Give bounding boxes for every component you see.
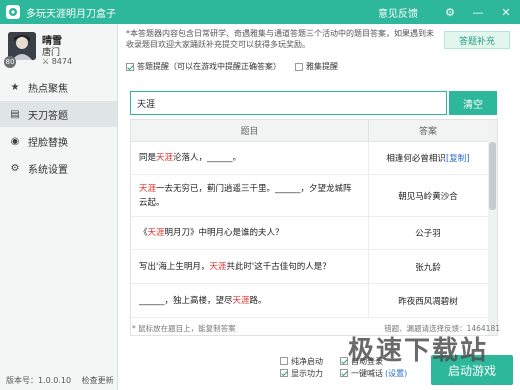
- watermark-text: 极速下载站: [348, 336, 489, 366]
- sidebar-item-hot[interactable]: ★ 热点聚焦: [0, 74, 117, 100]
- sidebar-item-label: 捏脸替换: [28, 137, 68, 149]
- sidebar-item-label: 天刀答题: [28, 110, 68, 122]
- sidebar-menu: ★ 热点聚焦 ▤ 天刀答题 ◉ 捏脸替换 ⚙ 系统设置: [0, 74, 117, 182]
- question-cell[interactable]: ______，独上高楼，望尽天涯路。: [131, 284, 369, 317]
- feedback-link[interactable]: 意见反馈: [378, 5, 418, 20]
- answer-cell: 朝见马岭黄沙合: [398, 191, 458, 202]
- user-score: ⚔ 8474: [42, 57, 73, 66]
- shout-settings-link[interactable]: (设置): [385, 368, 407, 379]
- question-cell[interactable]: 写出'海上生明月，天涯共此时'这千古佳句的人是？: [131, 250, 369, 283]
- checkbox-checked-icon: [340, 357, 348, 365]
- checkbox-unchecked-icon: [295, 62, 303, 71]
- options-row: 答题提醒（可以在游戏中提醒正确答案） 雅集提醒: [126, 61, 352, 72]
- show-power-label: 显示功力: [291, 368, 323, 378]
- table-row[interactable]: 写出'海上生明月，天涯共此时'这千古佳句的人是？ 张九龄: [131, 250, 497, 284]
- checkbox-checked-icon: [126, 62, 134, 71]
- answer-supply-button[interactable]: 答题补充: [444, 31, 510, 49]
- sidebar-item-settings[interactable]: ⚙ 系统设置: [0, 155, 117, 181]
- notice-text: *本答题器内容包含日常研学、奇遇雅集与通道答题三个活动中的题目答案，如果遇到未收…: [126, 29, 434, 49]
- launch-options-left: 纯净启动 显示功力: [280, 355, 323, 379]
- title-bar: 多玩天涯明月刀盒子 意见反馈 ⚙ — ✕: [0, 0, 520, 24]
- table-scrollbar[interactable]: [488, 120, 497, 335]
- answer-cell: 张九龄: [415, 262, 441, 273]
- yaji-hint-label: 雅集提醒: [306, 62, 338, 71]
- copy-link[interactable]: [复制]: [446, 152, 470, 164]
- level-badge: 80: [4, 56, 16, 68]
- answer-cell: 公子羽: [415, 229, 441, 239]
- copy-tip: * 鼠标放在题目上，能复制答案: [132, 324, 236, 333]
- table-row[interactable]: 同是天涯沦落人，______。 相逢何必曾相识 [复制]: [131, 142, 497, 175]
- sidebar-item-label: 热点聚焦: [28, 83, 68, 95]
- one-click-shout-checkbox[interactable]: 一键喊话 (设置): [340, 367, 407, 379]
- star-icon: ★: [10, 81, 20, 93]
- answer-hint-checkbox[interactable]: 答题提醒（可以在游戏中提醒正确答案）: [126, 61, 281, 72]
- sidebar-item-answer[interactable]: ▤ 天刀答题: [0, 101, 117, 127]
- app-title: 多玩天涯明月刀盒子: [26, 8, 116, 20]
- answer-cell: 相逢何必曾相识 [复制]: [386, 152, 470, 164]
- answer-table: 题目 答案 同是天涯沦落人，______。 相逢何必曾相识 [复制] 天涯一去无穷…: [130, 119, 498, 336]
- one-click-label: 一键喊话: [351, 368, 383, 378]
- check-update-link[interactable]: 检查更新: [82, 376, 114, 385]
- close-icon[interactable]: ✕: [492, 0, 520, 24]
- checkbox-unchecked-icon: [280, 357, 288, 365]
- version-text: 版本号：1.0.0.10: [6, 376, 72, 385]
- sidebar-item-label: 系统设置: [28, 164, 68, 176]
- face-swap-icon: ◉: [10, 135, 20, 147]
- settings-gear-icon[interactable]: ⚙: [436, 0, 464, 24]
- yaji-hint-checkbox[interactable]: 雅集提醒: [295, 61, 338, 72]
- sidebar-item-face[interactable]: ◉ 捏脸替换: [0, 128, 117, 154]
- question-cell[interactable]: 天涯一去无穷已，蓟门逍遥三千里。______，夕望龙城阵云起。: [131, 175, 369, 216]
- search-row: 清空: [130, 91, 497, 115]
- checkbox-checked-icon: [340, 369, 348, 377]
- app-logo-icon: [6, 5, 20, 19]
- gear-icon: ⚙: [10, 162, 20, 174]
- answer-icon: ▤: [10, 108, 20, 120]
- checkbox-checked-icon: [280, 369, 288, 377]
- answer-hint-label: 答题提醒（可以在游戏中提醒正确答案）: [137, 62, 281, 71]
- column-header-question: 题目: [131, 120, 369, 141]
- pure-start-label: 纯净启动: [291, 356, 323, 366]
- pure-start-checkbox[interactable]: 纯净启动: [280, 355, 323, 367]
- show-power-checkbox[interactable]: 显示功力: [280, 367, 323, 379]
- question-cell[interactable]: 《天涯明月刀》中明月心是谁的夫人？: [131, 217, 369, 249]
- table-row[interactable]: ______，独上高楼，望尽天涯路。 昨夜西风凋碧树: [131, 284, 497, 318]
- table-row[interactable]: 天涯一去无穷已，蓟门逍遥三千里。______，夕望龙城阵云起。 朝见马岭黄沙合: [131, 175, 497, 217]
- column-header-answer: 答案: [418, 127, 437, 137]
- version-bar: 版本号：1.0.0.10 检查更新: [6, 375, 114, 386]
- table-header: 题目 答案: [131, 120, 497, 142]
- search-input[interactable]: [130, 91, 447, 115]
- question-cell[interactable]: 同是天涯沦落人，______。: [131, 142, 369, 174]
- sidebar: 80 晴雪 唐门 ⚔ 8474 ★ 热点聚焦 ▤ 天刀答题 ◉ 捏脸替换 ⚙ 系…: [0, 24, 118, 390]
- minimize-icon[interactable]: —: [464, 0, 492, 24]
- sword-icon: ⚔: [42, 57, 52, 66]
- clear-button[interactable]: 清空: [449, 91, 497, 115]
- scroll-thumb[interactable]: [489, 142, 496, 210]
- table-row[interactable]: 《天涯明月刀》中明月心是谁的夫人？ 公子羽: [131, 217, 497, 250]
- answer-cell: 昨夜西风凋碧树: [398, 296, 458, 307]
